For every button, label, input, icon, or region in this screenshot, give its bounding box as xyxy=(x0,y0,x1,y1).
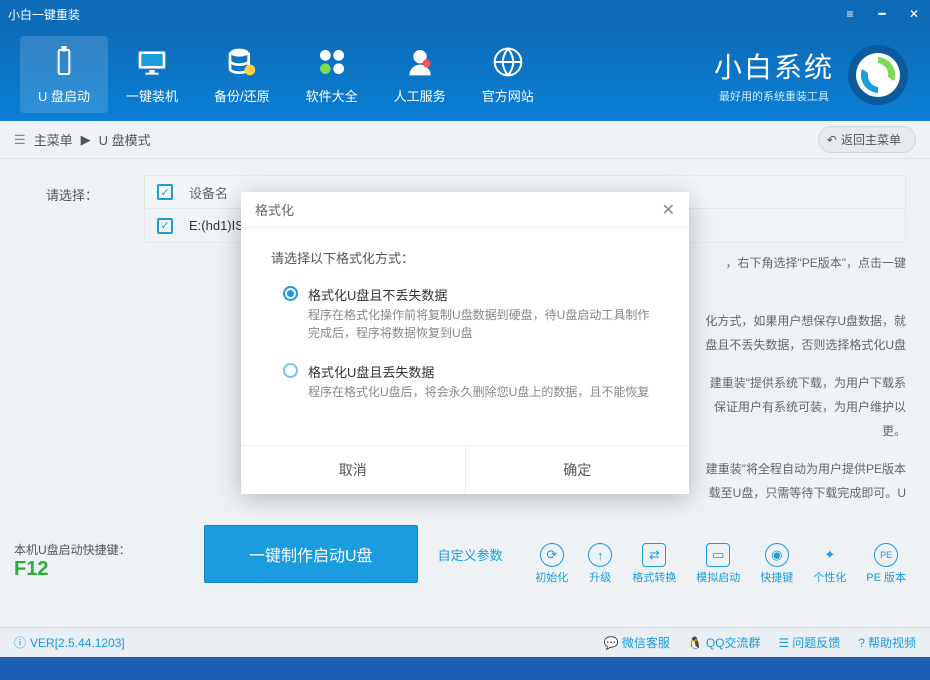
radio-title: 格式化U盘且丢失数据 xyxy=(308,362,649,381)
radio-option-keep-data[interactable]: 格式化U盘且不丢失数据 程序在格式化操作前将复制U盘数据到硬盘，待U盘启动工具制… xyxy=(283,285,659,342)
radio-icon xyxy=(283,286,298,301)
confirm-button[interactable]: 确定 xyxy=(465,446,690,494)
radio-desc: 程序在格式化操作前将复制U盘数据到硬盘，待U盘启动工具制作完成后，程序将数据恢复… xyxy=(308,306,659,342)
modal-title: 格式化 xyxy=(255,200,294,219)
modal-body: 请选择以下格式化方式： 格式化U盘且不丢失数据 程序在格式化操作前将复制U盘数据… xyxy=(241,228,689,445)
radio-desc: 程序在格式化U盘后，将会永久删除您U盘上的数据，且不能恢复 xyxy=(308,383,649,401)
radio-icon xyxy=(283,363,298,378)
modal-header: 格式化 ✕ xyxy=(241,192,689,228)
format-modal: 格式化 ✕ 请选择以下格式化方式： 格式化U盘且不丢失数据 程序在格式化操作前将… xyxy=(241,192,689,494)
radio-title: 格式化U盘且不丢失数据 xyxy=(308,285,659,304)
modal-footer: 取消 确定 xyxy=(241,445,689,494)
modal-close-icon[interactable]: ✕ xyxy=(662,200,675,220)
modal-prompt: 请选择以下格式化方式： xyxy=(271,248,659,267)
cancel-button[interactable]: 取消 xyxy=(241,446,465,494)
radio-option-lose-data[interactable]: 格式化U盘且丢失数据 程序在格式化U盘后，将会永久删除您U盘上的数据，且不能恢复 xyxy=(283,362,659,401)
